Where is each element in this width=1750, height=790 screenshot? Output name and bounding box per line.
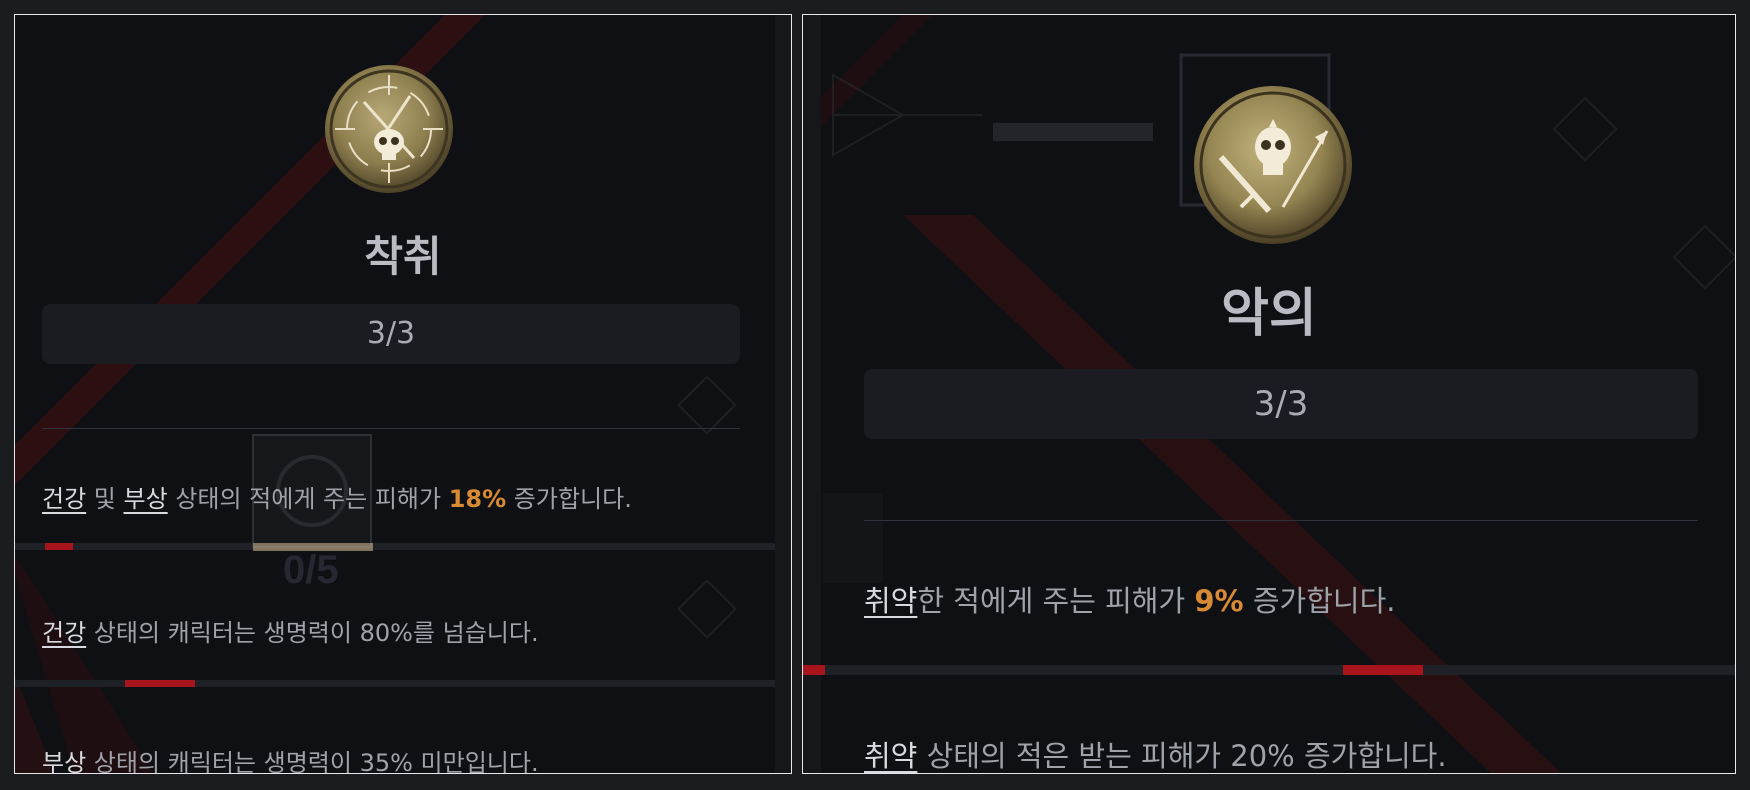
damage-bonus-value: 9% [1194,584,1244,618]
rank-text: 3/3 [366,316,416,351]
keyword-note-healthy: 건강 상태의 캐릭터는 생명력이 80%를 넘습니다. [42,613,539,648]
divider [42,428,740,429]
background-counter: 0/5 [283,548,339,592]
note-text: 상태의 적은 받는 피해가 20% 증가합니다. [917,739,1447,773]
note-text: 상태의 캐릭터는 생명력이 80%를 넘습니다. [86,619,539,647]
talent-description: 취약한 적에게 주는 피해가 9% 증가합니다. [864,578,1395,620]
skull-sword-arrow-medal-icon [1194,86,1352,244]
rank-text: 3/3 [1253,384,1309,424]
skull-crossed-daggers-medal-icon [325,65,453,193]
description-text-after: 증가합니다. [506,485,632,513]
note-keyword-link[interactable]: 취약 [864,739,917,773]
note-keyword-link[interactable]: 부상 [42,749,86,773]
talent-description: 건강 및 부상 상태의 적에게 주는 피해가 18% 증가합니다. [42,479,632,514]
keyword-healthy-link[interactable]: 건강 [42,485,86,513]
note-text: 상태의 캐릭터는 생명력이 35% 미만입니다. [86,749,539,774]
description-text-before: 상태의 적에게 주는 피해가 [167,485,449,513]
left-tooltip-panel: 0/5 착취 3/3 건강 및 부상 상태의 적에게 주는 피해가 18% 증가… [14,14,792,774]
right-tooltip-panel: 악의 3/3 취약한 적에게 주는 피해가 9% 증가합니다. 취약 상태의 적… [802,14,1736,774]
keyword-note-vulnerable: 취약 상태의 적은 받는 피해가 20% 증가합니다. [864,733,1447,773]
damage-bonus-value: 18% [448,485,507,513]
rank-counter: 3/3 [864,369,1698,439]
talent-title: 악의 [1221,284,1317,344]
keyword-injured-link[interactable]: 부상 [124,485,168,513]
talent-title: 착취 [364,232,442,281]
rank-counter: 3/3 [42,304,740,364]
keyword-vulnerable-link[interactable]: 취약 [864,584,917,618]
keyword-note-injured: 부상 상태의 캐릭터는 생명력이 35% 미만입니다. [42,743,539,774]
note-keyword-link[interactable]: 건강 [42,619,86,647]
description-text-before: 한 적에게 주는 피해가 [917,584,1195,618]
description-join: 및 [86,485,124,513]
description-text-after: 증가합니다. [1243,584,1396,618]
divider [864,520,1698,521]
